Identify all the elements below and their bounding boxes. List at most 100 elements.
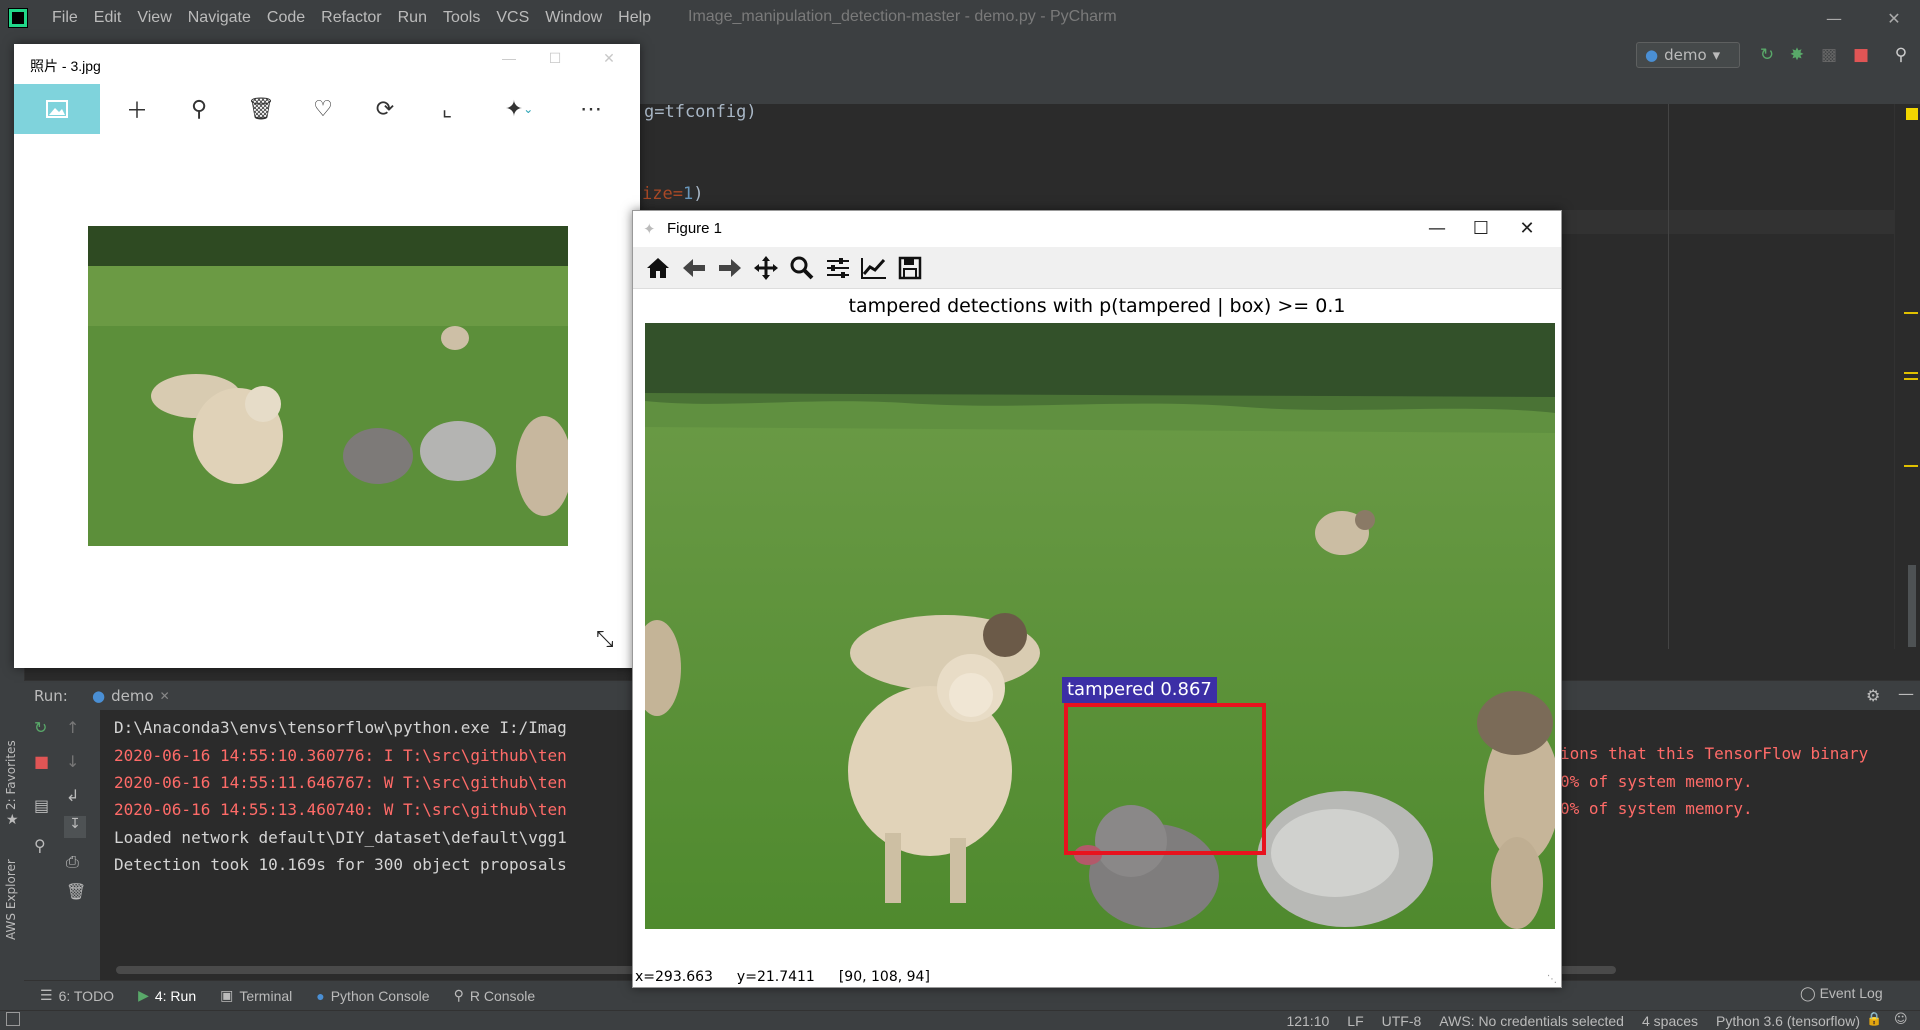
restore-icon[interactable] [1816, 0, 1856, 36]
add-button[interactable]: ＋ [106, 84, 168, 134]
run-tab-demo[interactable]: ● demo ✕ [92, 684, 170, 708]
down-arrow-icon[interactable]: ↓ [66, 752, 79, 771]
close-icon[interactable]: ✕ [586, 50, 632, 72]
rerun-icon[interactable]: ↻ [34, 718, 47, 737]
menu-edit[interactable]: Edit [86, 9, 130, 27]
status-indent[interactable]: 4 spaces [1642, 1013, 1698, 1029]
forward-button[interactable] [713, 251, 747, 285]
menu-refactor[interactable]: Refactor [313, 9, 389, 27]
favorites-label[interactable]: 2: Favorites [4, 740, 18, 810]
menu-file[interactable]: File [44, 9, 86, 27]
coverage-icon[interactable]: ▩ [1818, 44, 1840, 66]
close-icon[interactable]: ✕ [1505, 215, 1549, 243]
print-icon[interactable]: ⎙ [66, 852, 79, 872]
tab-python-console[interactable]: ● Python Console [316, 988, 429, 1004]
editor-scrollbar[interactable] [1894, 104, 1920, 649]
debug-icon[interactable]: ✸ [1786, 44, 1808, 66]
inspector-icon[interactable]: ☺ [1894, 1012, 1908, 1027]
fullscreen-icon[interactable]: ⤡ [596, 626, 614, 652]
pin-icon[interactable]: ⚲ [34, 836, 46, 855]
matplotlib-icon: ✦ [643, 220, 656, 238]
maximize-icon[interactable]: ☐ [532, 50, 578, 72]
figure-heading: tampered detections with p(tampered | bo… [848, 295, 1346, 317]
tab-terminal[interactable]: ▣ Terminal [220, 987, 292, 1004]
photo-preview [88, 226, 568, 546]
terminal-icon: ▣ [220, 987, 234, 1003]
marker[interactable] [1904, 372, 1918, 374]
menu-window[interactable]: Window [537, 9, 610, 27]
edit-button[interactable]: ✦ ⌄ [478, 84, 560, 134]
status-line-separator[interactable]: LF [1347, 1013, 1363, 1029]
close-icon[interactable]: ✕ [1874, 0, 1914, 36]
minimize-icon[interactable]: — [486, 50, 532, 72]
run-tab-label: demo [111, 687, 154, 705]
menu-help[interactable]: Help [610, 9, 659, 27]
home-button[interactable] [641, 251, 675, 285]
aws-explorer-label[interactable]: AWS Explorer [4, 859, 18, 940]
more-button[interactable]: ⋯ [560, 84, 622, 134]
tab-todo[interactable]: ☰ 6: TODO [40, 987, 114, 1004]
r-icon: ⚲ [453, 987, 464, 1003]
gear-icon[interactable]: ⚙ [1866, 686, 1880, 705]
hide-panel-icon[interactable]: — [1898, 684, 1914, 703]
status-interpreter[interactable]: Python 3.6 (tensorflow) [1716, 1013, 1860, 1029]
scroll-thumb[interactable] [1908, 565, 1916, 647]
rotate-button[interactable]: ⟳ [354, 84, 416, 134]
menu-view[interactable]: View [129, 9, 179, 27]
stop-icon[interactable]: ■ [34, 752, 49, 771]
menu-run[interactable]: Run [390, 9, 435, 27]
save-button[interactable] [893, 251, 927, 285]
zoom-button[interactable] [785, 251, 819, 285]
zoom-button[interactable]: ⚲ [168, 84, 230, 134]
trash-icon[interactable]: 🗑 [66, 882, 86, 901]
back-button[interactable] [677, 251, 711, 285]
up-arrow-icon[interactable]: ↑ [66, 718, 79, 737]
magic-wand-icon: ✦ [504, 96, 524, 121]
console-line: 2020-06-16 14:55:13.460740: W T:\src\git… [114, 800, 567, 819]
search-icon[interactable]: ⚲ [1890, 44, 1912, 66]
marker[interactable] [1904, 465, 1918, 467]
menu-vcs[interactable]: VCS [488, 9, 537, 27]
tab-label: 6: TODO [58, 987, 115, 1004]
edit-axes-button[interactable] [857, 251, 891, 285]
minimize-icon[interactable]: — [1415, 215, 1459, 243]
run-config-selector[interactable]: ● demo ▾ [1636, 42, 1740, 68]
scroll-to-end-icon[interactable]: ↧ [64, 816, 86, 838]
delete-button[interactable]: 🗑 [230, 84, 292, 134]
soft-wrap-icon[interactable]: ↲ [66, 786, 79, 805]
status-position[interactable]: 121:10 [1286, 1013, 1329, 1029]
menu-code[interactable]: Code [259, 9, 313, 27]
marker[interactable] [1904, 378, 1918, 380]
layout-icon[interactable]: ▤ [34, 796, 49, 815]
subplots-button[interactable] [821, 251, 855, 285]
image-icon [46, 100, 68, 118]
view-all-photos-button[interactable] [14, 84, 100, 134]
pan-button[interactable] [749, 251, 783, 285]
favorite-button[interactable]: ♡ [292, 84, 354, 134]
marker[interactable] [1904, 312, 1918, 314]
close-tab-icon[interactable]: ✕ [160, 689, 170, 703]
lock-icon[interactable]: 🔒 [1866, 1012, 1882, 1027]
cursor-y: y=21.7411 [736, 969, 815, 985]
tab-run[interactable]: ▶ 4: Run [138, 987, 196, 1004]
maximize-icon[interactable]: ☐ [1459, 215, 1503, 243]
resize-grip-icon[interactable]: ⋱ [1547, 974, 1557, 985]
event-log-button[interactable]: ◯ Event Log [1800, 985, 1883, 1002]
rotate-icon: ⟳ [375, 96, 395, 121]
tab-r-console[interactable]: ⚲ R Console [454, 987, 536, 1004]
python-icon: ● [316, 987, 325, 1004]
status-encoding[interactable]: UTF-8 [1382, 1013, 1422, 1029]
figure-window: ✦ Figure 1 — ☐ ✕ tampered detections wit… [632, 210, 1562, 988]
save-icon [898, 256, 922, 279]
list-icon: ☰ [40, 987, 53, 1003]
stop-icon[interactable]: ■ [1850, 44, 1872, 66]
layout-toggle-icon[interactable] [6, 1012, 20, 1026]
right-margin-guide [1668, 104, 1669, 649]
warning-marker[interactable] [1906, 108, 1918, 120]
tab-label: Python Console [330, 987, 430, 1004]
menu-tools[interactable]: Tools [435, 9, 488, 27]
status-aws[interactable]: AWS: No credentials selected [1439, 1013, 1624, 1029]
crop-button[interactable]: ⌞ [416, 84, 478, 134]
rerun-icon[interactable]: ↻ [1756, 44, 1778, 66]
menu-navigate[interactable]: Navigate [180, 9, 259, 27]
